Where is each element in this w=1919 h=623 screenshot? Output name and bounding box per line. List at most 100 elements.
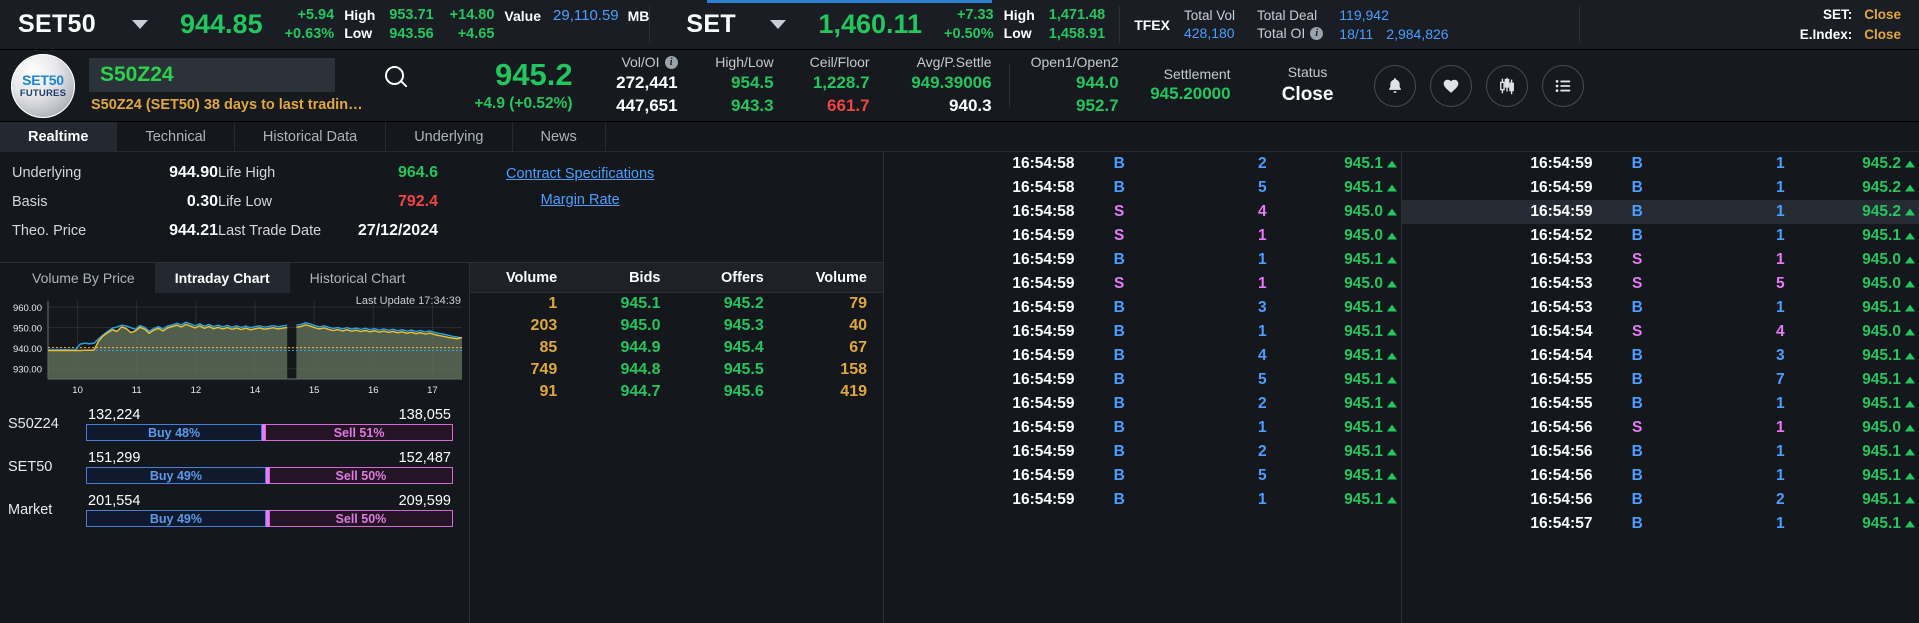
- ticker-row[interactable]: 16:54:59 B 5 945.1: [884, 464, 1401, 488]
- price-up-arrow-icon: [1386, 184, 1397, 192]
- volume-bar-numbers: 151,299 152,487: [86, 450, 453, 466]
- trade-side: S: [1632, 419, 1643, 436]
- ticker-row[interactable]: 16:54:59 B 1 945.2: [1402, 152, 1919, 176]
- ticker-row[interactable]: 16:54:59 B 1 945.1: [884, 248, 1401, 272]
- index-last-set50: 944.85: [180, 9, 263, 39]
- ticker-row[interactable]: 16:54:54 B 3 945.1: [1402, 344, 1919, 368]
- ticker-row[interactable]: 16:54:59 B 5 945.1: [884, 368, 1401, 392]
- info-column-2: Life High 964.6 Life Low 792.4 Last Trad…: [218, 164, 438, 262]
- trade-time: 16:54:59: [1012, 227, 1075, 244]
- ticker-row[interactable]: 16:54:59 S 1 945.0: [884, 224, 1401, 248]
- index-block-set[interactable]: SET 1,460.11 +7.33 +0.50% High Low 1,471…: [650, 0, 1105, 49]
- ticker-row[interactable]: 16:54:53 B 1 945.1: [1402, 296, 1919, 320]
- margin-rate-link[interactable]: Margin Rate: [541, 192, 620, 208]
- contract-specifications-link[interactable]: Contract Specifications: [506, 166, 654, 182]
- chevron-down-icon[interactable]: [770, 20, 787, 29]
- stat-header: High/Low: [715, 54, 774, 71]
- symbol-search-box[interactable]: [89, 58, 404, 92]
- favorite-button[interactable]: [1429, 64, 1472, 107]
- chart-button[interactable]: [1485, 64, 1528, 107]
- symbol-column: S50Z24 (SET50) 38 days to last tradin…: [89, 58, 404, 113]
- trade-time: 16:54:56: [1530, 419, 1593, 436]
- ticker-row[interactable]: 16:54:58 S 4 945.0: [884, 200, 1401, 224]
- ticker-row[interactable]: 16:54:56 B 2 945.1: [1402, 488, 1919, 512]
- trade-price: 945.1: [1785, 467, 1919, 485]
- main-tabs: Realtime Technical Historical Data Under…: [0, 122, 1919, 152]
- ticker-row[interactable]: 16:54:56 S 1 945.0: [1402, 416, 1919, 440]
- volume-bar-graphic: Buy 49% Sell 50%: [86, 510, 453, 527]
- alert-bell-button[interactable]: [1373, 64, 1416, 107]
- index-block-set50[interactable]: SET50 944.85 +5.94 +0.63% High Low 953.7…: [0, 0, 649, 49]
- trade-side: B: [1631, 347, 1643, 364]
- index-name-set[interactable]: SET: [686, 10, 744, 39]
- list-button[interactable]: [1541, 64, 1584, 107]
- info-icon[interactable]: i: [1310, 26, 1324, 40]
- index-name-set50[interactable]: SET50: [0, 10, 120, 39]
- search-input[interactable]: [100, 63, 385, 87]
- trade-quantity: 1: [1775, 203, 1785, 220]
- ticker-column-right[interactable]: 16:54:59 B 1 945.2 16:54:59 B 1 945.2 16:54:59 B 1…: [1402, 152, 1919, 623]
- logo-line-1: SET50: [22, 72, 64, 88]
- search-icon[interactable]: [385, 65, 404, 85]
- ticker-row[interactable]: 16:54:59 B 4 945.1: [884, 344, 1401, 368]
- ticker-row[interactable]: 16:54:59 B 1 945.1: [884, 416, 1401, 440]
- ticker-row[interactable]: 16:54:59 B 1 945.1: [884, 488, 1401, 512]
- ticker-row[interactable]: 16:54:54 S 4 945.0: [1402, 320, 1919, 344]
- chevron-down-icon[interactable]: [132, 20, 148, 29]
- order-book-row[interactable]: 749 944.8 945.5 158: [470, 359, 883, 381]
- ticker-row[interactable]: 16:54:59 S 1 945.0: [884, 272, 1401, 296]
- stat-ceil-floor: Ceil/Floor 1,228.7 661.7: [787, 53, 883, 117]
- svg-text:15: 15: [309, 385, 320, 396]
- ticker-row[interactable]: 16:54:59 B 2 945.1: [884, 392, 1401, 416]
- order-book-row[interactable]: 203 945.0 945.3 40: [470, 315, 883, 337]
- trade-time: 16:54:59: [1012, 443, 1075, 460]
- ticker-row[interactable]: 16:54:57 B 1 945.1: [1402, 512, 1919, 536]
- left-pane: Underlying 944.90 Basis 0.30 Theo. Price…: [0, 152, 884, 623]
- ticker-row[interactable]: 16:54:56 B 1 945.1: [1402, 464, 1919, 488]
- ticker-row[interactable]: 16:54:53 S 5 945.0: [1402, 272, 1919, 296]
- trade-time: 16:54:53: [1530, 251, 1593, 268]
- ticker-row[interactable]: 16:54:59 B 1 945.2: [1402, 200, 1919, 224]
- tab-underlying[interactable]: Underlying: [386, 122, 513, 151]
- symbol-subtitle: S50Z24 (SET50) 38 days to last tradin…: [91, 97, 363, 113]
- stat-value-1: 944.0: [1076, 73, 1119, 93]
- tab-intraday-chart[interactable]: Intraday Chart: [154, 263, 290, 293]
- ticker-row[interactable]: 16:54:59 B 1 945.1: [884, 320, 1401, 344]
- ticker-row[interactable]: 16:54:53 S 1 945.0: [1402, 248, 1919, 272]
- tab-volume-by-price[interactable]: Volume By Price: [12, 263, 155, 293]
- tab-technical[interactable]: Technical: [117, 122, 235, 151]
- info-label: Theo. Price: [12, 223, 87, 239]
- stat-label: Vol/OI: [621, 54, 660, 71]
- ticker-row[interactable]: 16:54:55 B 7 945.1: [1402, 368, 1919, 392]
- tab-historical-chart[interactable]: Historical Chart: [290, 263, 426, 293]
- trade-side: B: [1113, 443, 1125, 460]
- index-change-set: +7.33 +0.50%: [944, 6, 994, 43]
- sell-volume: 209,599: [398, 493, 451, 509]
- ticker-column-left[interactable]: 16:54:58 B 2 945.1 16:54:58 B 5 945.1 16:54:58 S 4…: [884, 152, 1402, 623]
- svg-text:12: 12: [191, 385, 202, 396]
- tab-news[interactable]: News: [513, 122, 606, 151]
- info-icon[interactable]: i: [664, 56, 678, 70]
- ticker-row[interactable]: 16:54:58 B 2 945.1: [884, 152, 1401, 176]
- tab-realtime[interactable]: Realtime: [0, 122, 118, 151]
- intraday-chart-svg: 960.00 950.00 940.00 930.00 10 11 12 14 15 16 17: [13, 301, 463, 396]
- trade-time: 16:54:59: [1012, 419, 1075, 436]
- intraday-chart[interactable]: Last Update 17:34:39 960.00 950.00 940.00 9…: [0, 293, 469, 401]
- ticker-row[interactable]: 16:54:59 B 3 945.1: [884, 296, 1401, 320]
- price-up-arrow-icon: [1386, 400, 1397, 408]
- order-book-row[interactable]: 85 944.9 945.4 67: [470, 337, 883, 359]
- ticker-row[interactable]: 16:54:59 B 1 945.2: [1402, 176, 1919, 200]
- chart-and-orderbook: Volume By Price Intraday Chart Historica…: [0, 262, 883, 623]
- ticker-row[interactable]: 16:54:58 B 5 945.1: [884, 176, 1401, 200]
- ticker-row[interactable]: 16:54:52 B 1 945.1: [1402, 224, 1919, 248]
- trade-time: 16:54:59: [1012, 275, 1075, 292]
- order-book-row[interactable]: 91 944.7 945.6 419: [470, 381, 883, 403]
- order-book-row[interactable]: 1 945.1 945.2 79: [470, 293, 883, 315]
- svg-text:16: 16: [368, 385, 379, 396]
- ticker-row[interactable]: 16:54:56 B 1 945.1: [1402, 440, 1919, 464]
- ticker-row[interactable]: 16:54:59 B 2 945.1: [884, 440, 1401, 464]
- tab-historical-data[interactable]: Historical Data: [235, 122, 387, 151]
- ticker-row[interactable]: 16:54:55 B 1 945.1: [1402, 392, 1919, 416]
- list-menu-icon: [1555, 79, 1570, 92]
- status-label: Status: [1287, 64, 1328, 81]
